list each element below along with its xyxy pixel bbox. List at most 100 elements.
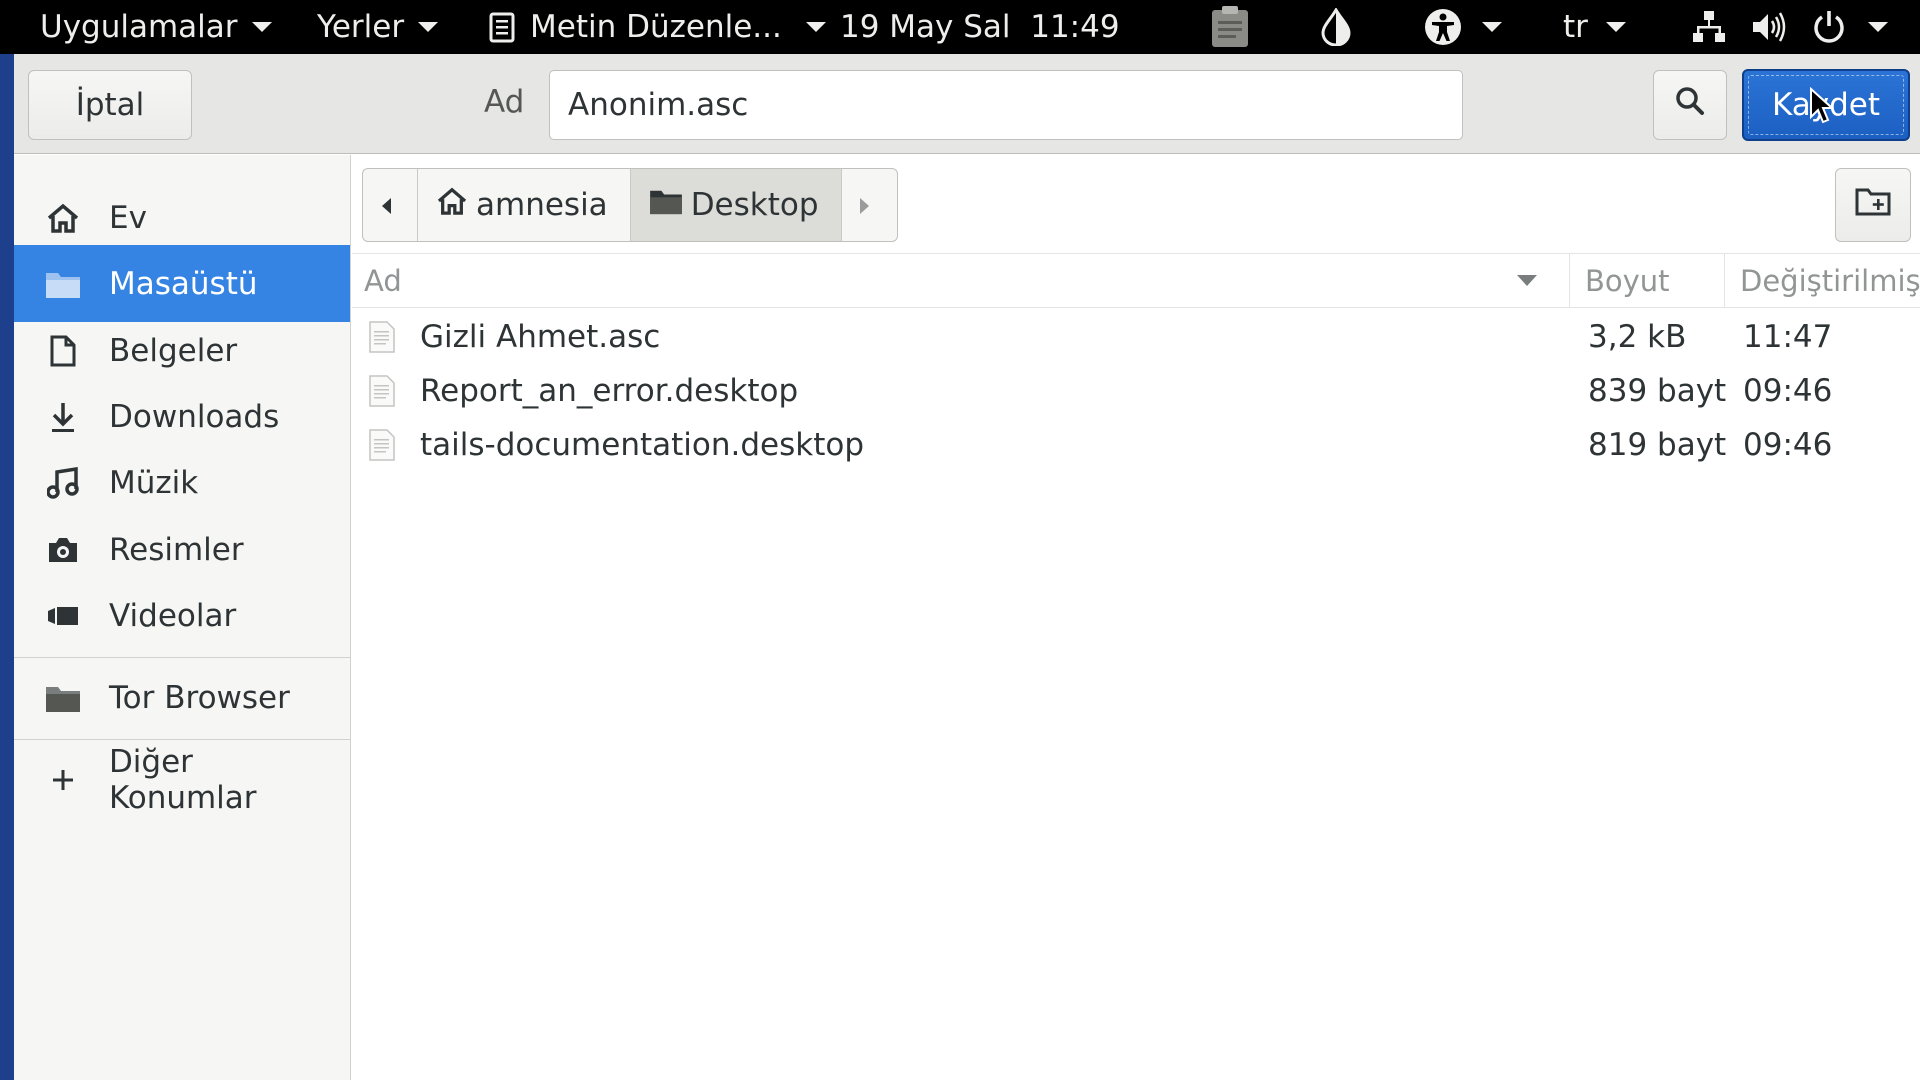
search-icon bbox=[1675, 86, 1705, 124]
filename-input[interactable] bbox=[549, 70, 1463, 140]
keepassxc-drop-icon[interactable] bbox=[1320, 0, 1352, 54]
file-name: Report_an_error.desktop bbox=[420, 373, 799, 409]
column-header-label: Değiştirilmiş bbox=[1740, 263, 1920, 298]
home-icon bbox=[43, 198, 83, 238]
home-icon bbox=[436, 187, 476, 223]
chevron-down-icon bbox=[1605, 22, 1626, 32]
chevron-down-icon bbox=[1868, 22, 1888, 32]
search-button[interactable] bbox=[1653, 70, 1727, 140]
mouse-cursor-icon bbox=[1809, 86, 1835, 133]
chevron-down-icon bbox=[805, 22, 826, 32]
sidebar-item-label: Müzik bbox=[109, 464, 199, 501]
file-row[interactable]: tails-documentation.desktop 819 bayt 09:… bbox=[352, 418, 1920, 472]
places-menu[interactable]: Yerler bbox=[317, 0, 439, 54]
chevron-left-icon bbox=[380, 187, 400, 223]
document-icon bbox=[43, 331, 83, 371]
text-editor-icon bbox=[488, 11, 516, 43]
breadcrumb-desktop[interactable]: Desktop bbox=[630, 169, 842, 241]
keyboard-layout-menu[interactable]: tr bbox=[1563, 0, 1626, 54]
new-folder-button[interactable] bbox=[1835, 168, 1911, 242]
file-list-header: Ad Boyut Değiştirilmiş bbox=[352, 253, 1920, 308]
text-file-icon bbox=[369, 321, 395, 361]
chevron-right-icon bbox=[859, 187, 879, 223]
dialog-headerbar: İptal Ad Kaydet bbox=[14, 54, 1920, 154]
chevron-down-icon bbox=[251, 22, 272, 32]
places-sidebar: Ev Masaüstü Belgeler Downloads Müzik Res… bbox=[14, 155, 351, 1080]
text-file-icon bbox=[369, 375, 395, 415]
applications-menu[interactable]: Uygulamalar bbox=[40, 0, 272, 54]
save-file-dialog: İptal Ad Kaydet Ev Masaü bbox=[14, 54, 1920, 1080]
music-icon bbox=[43, 463, 83, 503]
video-icon bbox=[43, 596, 83, 636]
sidebar-item-other-locations[interactable]: Diğer Konumlar bbox=[14, 741, 350, 818]
sidebar-item-tor-browser[interactable]: Tor Browser bbox=[14, 659, 350, 736]
path-bar: amnesia Desktop bbox=[362, 168, 898, 242]
chevron-down-icon bbox=[1482, 22, 1502, 32]
sidebar-item-label: Belgeler bbox=[109, 332, 238, 369]
folder-icon bbox=[649, 187, 691, 223]
file-modified: 11:47 bbox=[1743, 319, 1833, 355]
sidebar-item-videos[interactable]: Videolar bbox=[14, 577, 350, 654]
cancel-button[interactable]: İptal bbox=[28, 70, 192, 140]
camera-icon bbox=[43, 530, 83, 570]
sidebar-item-label: Resimler bbox=[109, 531, 244, 568]
column-header-modified[interactable]: Değiştirilmiş bbox=[1740, 254, 1920, 307]
file-row[interactable]: Report_an_error.desktop 839 bayt 09:46 bbox=[352, 364, 1920, 418]
sort-descending-icon bbox=[1517, 275, 1537, 286]
app-menu[interactable]: Metin Düzenle... bbox=[488, 0, 826, 54]
applications-menu-label: Uygulamalar bbox=[40, 9, 238, 45]
folder-icon bbox=[43, 678, 83, 718]
folder-icon bbox=[43, 264, 83, 304]
column-divider bbox=[1569, 254, 1570, 307]
volume-icon[interactable] bbox=[1751, 0, 1787, 54]
sidebar-item-label: Downloads bbox=[109, 398, 280, 435]
sidebar-item-label: Diğer Konumlar bbox=[108, 743, 257, 816]
places-menu-label: Yerler bbox=[317, 9, 405, 45]
app-menu-label: Metin Düzenle... bbox=[530, 9, 782, 45]
clipboard-icon[interactable] bbox=[1210, 0, 1250, 54]
sidebar-item-label: Masaüstü bbox=[109, 265, 258, 302]
filename-label: Ad bbox=[484, 84, 525, 120]
sidebar-separator bbox=[14, 739, 350, 740]
sidebar-item-label: Tor Browser bbox=[109, 679, 290, 716]
file-name: tails-documentation.desktop bbox=[420, 427, 865, 463]
sidebar-item-desktop[interactable]: Masaüstü bbox=[14, 245, 350, 322]
sidebar-item-label: Videolar bbox=[109, 597, 237, 634]
path-back-button[interactable] bbox=[363, 169, 418, 241]
clock[interactable]: 19 May Sal 11:49 bbox=[840, 0, 1120, 54]
save-button[interactable]: Kaydet bbox=[1742, 69, 1910, 141]
path-forward-button[interactable] bbox=[842, 169, 897, 241]
file-name: Gizli Ahmet.asc bbox=[420, 319, 661, 355]
network-icon[interactable] bbox=[1692, 0, 1726, 54]
column-header-label: Boyut bbox=[1585, 263, 1670, 298]
column-header-name[interactable]: Ad bbox=[364, 254, 1544, 307]
file-size: 3,2 kB bbox=[1588, 319, 1687, 355]
file-modified: 09:46 bbox=[1743, 427, 1833, 463]
clock-label: 19 May Sal 11:49 bbox=[840, 9, 1120, 45]
cancel-button-label: İptal bbox=[75, 87, 145, 123]
download-icon bbox=[43, 397, 83, 437]
file-size: 839 bayt bbox=[1588, 373, 1727, 409]
file-browser: amnesia Desktop Ad Boyut Değiştirilmiş G… bbox=[352, 155, 1920, 1080]
top-panel: Uygulamalar Yerler Metin Düzenle... 19 M… bbox=[0, 0, 1920, 54]
column-header-size[interactable]: Boyut bbox=[1585, 254, 1670, 307]
column-header-label: Ad bbox=[364, 263, 402, 298]
plus-icon bbox=[43, 760, 83, 800]
keyboard-layout-label: tr bbox=[1563, 9, 1588, 45]
sidebar-item-music[interactable]: Müzik bbox=[14, 444, 350, 521]
file-row[interactable]: Gizli Ahmet.asc 3,2 kB 11:47 bbox=[352, 310, 1920, 364]
breadcrumb-label: amnesia bbox=[476, 187, 608, 223]
file-size: 819 bayt bbox=[1588, 427, 1727, 463]
new-folder-icon bbox=[1855, 186, 1891, 224]
breadcrumb-label: Desktop bbox=[690, 187, 819, 223]
breadcrumb-home[interactable]: amnesia bbox=[418, 169, 631, 241]
column-divider bbox=[1724, 254, 1725, 307]
chevron-down-icon bbox=[418, 22, 439, 32]
sidebar-separator bbox=[14, 657, 350, 658]
accessibility-menu[interactable] bbox=[1424, 0, 1502, 54]
text-file-icon bbox=[369, 429, 395, 469]
system-menu[interactable] bbox=[1812, 0, 1888, 54]
sidebar-item-label: Ev bbox=[109, 199, 147, 236]
power-icon bbox=[1812, 10, 1846, 44]
file-modified: 09:46 bbox=[1743, 373, 1833, 409]
